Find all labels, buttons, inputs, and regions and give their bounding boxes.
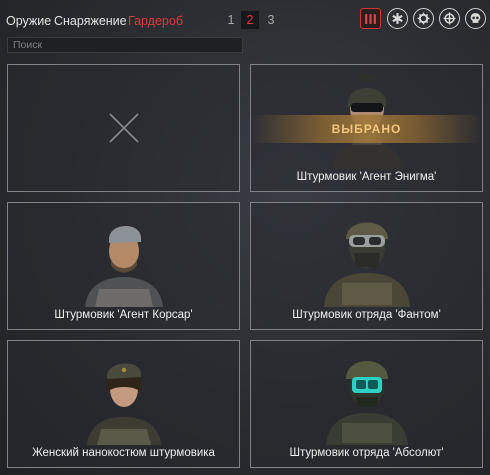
engineer-icon	[417, 12, 430, 25]
soldier-female-portrait	[86, 363, 161, 445]
page-1-button[interactable]: 1	[222, 11, 240, 29]
soldier-corsair-portrait	[84, 225, 163, 307]
filter-engineer-button[interactable]	[413, 8, 434, 29]
wardrobe-card-enigma[interactable]: ВЫБРАНО Штурмовик 'Агент Энигма'	[250, 64, 483, 192]
medic-icon	[392, 13, 403, 24]
wardrobe-card-absolute[interactable]: Штурмовик отряда 'Абсолют'	[250, 340, 483, 468]
wardrobe-card-corsair[interactable]: Штурмовик 'Агент Корсар'	[7, 202, 240, 330]
card-label: Штурмовик отряда 'Абсолют'	[289, 447, 444, 459]
soldier-absolute-portrait	[325, 361, 408, 445]
filter-skull-button[interactable]	[465, 8, 486, 29]
close-icon	[108, 113, 139, 143]
card-label: Штурмовик 'Агент Энигма'	[296, 171, 437, 183]
wardrobe-card-empty[interactable]	[7, 64, 240, 192]
wardrobe-card-phantom[interactable]: Штурмовик отряда 'Фантом'	[250, 202, 483, 330]
filter-medic-button[interactable]	[387, 8, 408, 29]
card-label: Штурмовик 'Агент Корсар'	[54, 309, 193, 321]
tab-wardrobe[interactable]: Гардероб	[128, 14, 183, 28]
top-bar: Оружие Снаряжение Гардероб 1 2 3	[0, 8, 490, 36]
wardrobe-card-female-nanosuit[interactable]: Женский нанокостюм штурмовика	[7, 340, 240, 468]
tab-weapons[interactable]: Оружие	[6, 14, 51, 28]
soldier-phantom-portrait	[323, 222, 410, 307]
selected-badge: ВЫБРАНО	[331, 122, 402, 136]
card-label: Женский нанокостюм штурмовика	[32, 447, 215, 459]
sniper-icon	[443, 12, 456, 25]
page-3-button[interactable]: 3	[262, 11, 280, 29]
card-label: Штурмовик отряда 'Фантом'	[292, 309, 441, 321]
tab-equipment[interactable]: Снаряжение	[54, 14, 127, 28]
skull-icon	[470, 13, 481, 23]
search-input[interactable]: Поиск	[7, 37, 243, 53]
page-2-button[interactable]: 2	[241, 11, 259, 29]
filter-ammo-button[interactable]	[360, 8, 381, 29]
filter-sniper-button[interactable]	[439, 8, 460, 29]
ammo-icon	[365, 14, 376, 24]
